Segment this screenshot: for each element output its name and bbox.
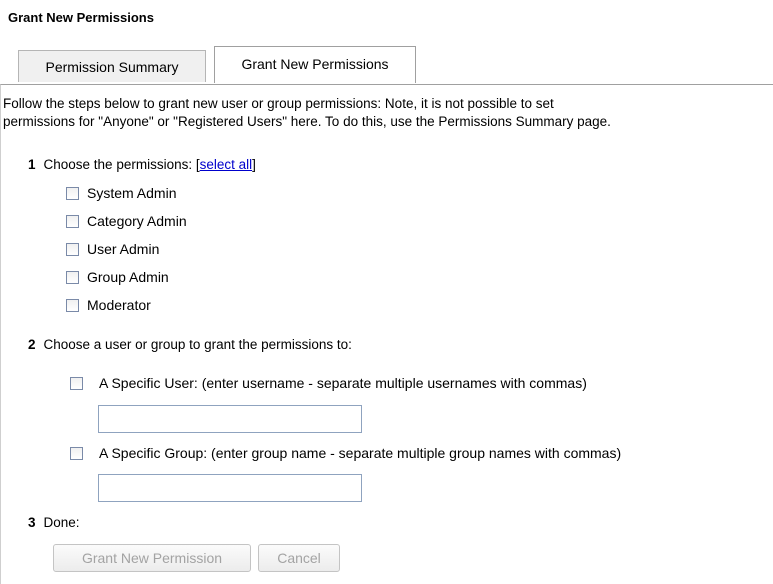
group-name-input[interactable]	[98, 474, 362, 502]
step-1-heading: 1 Choose the permissions: [select all]	[28, 157, 256, 172]
tab-panel: Follow the steps below to grant new user…	[0, 84, 773, 584]
page-title: Grant New Permissions	[8, 10, 154, 25]
intro-text: Follow the steps below to grant new user…	[3, 95, 773, 131]
moderator-label: Moderator	[87, 297, 151, 313]
category-admin-label: Category Admin	[87, 213, 187, 229]
specific-user-label: A Specific User: (enter username - separ…	[99, 375, 587, 391]
specific-user-row: A Specific User: (enter username - separ…	[70, 375, 587, 391]
grant-permissions-page: Grant New Permissions Permission Summary…	[0, 0, 773, 584]
specific-user-checkbox[interactable]	[70, 376, 83, 390]
tab-strip: Permission Summary Grant New Permissions	[18, 46, 416, 83]
system-admin-checkbox[interactable]	[66, 186, 79, 200]
step-3-heading: 3 Done:	[28, 515, 80, 530]
specific-group-checkbox[interactable]	[70, 446, 83, 460]
step-3-label: Done:	[43, 515, 80, 530]
specific-group-row: A Specific Group: (enter group name - se…	[70, 445, 621, 461]
group-admin-label: Group Admin	[87, 269, 169, 285]
step-1-label-end: ]	[252, 157, 256, 172]
group-admin-checkbox[interactable]	[66, 270, 79, 284]
category-admin-checkbox[interactable]	[66, 214, 79, 228]
select-all-link[interactable]: select all	[200, 157, 253, 172]
step-3-number: 3	[28, 515, 36, 530]
tab-permission-summary[interactable]: Permission Summary	[18, 50, 206, 82]
step-2-number: 2	[28, 337, 36, 352]
grant-new-permission-button[interactable]: Grant New Permission	[53, 544, 251, 572]
permission-row-system-admin: System Admin	[66, 185, 176, 201]
permission-row-group-admin: Group Admin	[66, 269, 169, 285]
moderator-checkbox[interactable]	[66, 298, 79, 312]
step-2-heading: 2 Choose a user or group to grant the per…	[28, 337, 352, 352]
step-1-label: Choose the permissions: [	[43, 157, 200, 172]
specific-group-label: A Specific Group: (enter group name - se…	[99, 445, 622, 461]
permission-row-moderator: Moderator	[66, 297, 151, 313]
step-2-label: Choose a user or group to grant the perm…	[43, 337, 352, 352]
user-admin-checkbox[interactable]	[66, 242, 79, 256]
permission-row-user-admin: User Admin	[66, 241, 159, 257]
step-1-number: 1	[28, 157, 36, 172]
system-admin-label: System Admin	[87, 185, 177, 201]
permission-row-category-admin: Category Admin	[66, 213, 187, 229]
tab-grant-new-permissions[interactable]: Grant New Permissions	[214, 46, 416, 83]
intro-line-2: permissions for "Anyone" or "Registered …	[3, 114, 611, 129]
intro-line-1: Follow the steps below to grant new user…	[3, 96, 554, 111]
cancel-button[interactable]: Cancel	[258, 544, 340, 572]
user-admin-label: User Admin	[87, 241, 160, 257]
username-input[interactable]	[98, 405, 362, 433]
